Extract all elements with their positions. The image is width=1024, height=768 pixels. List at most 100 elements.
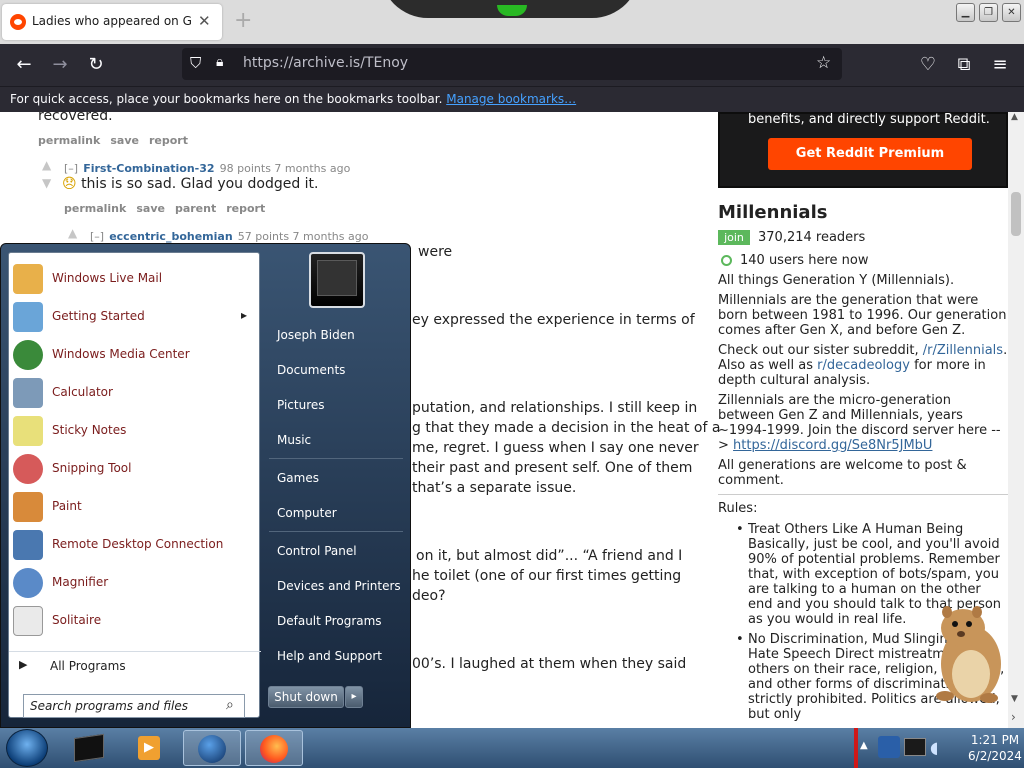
start-item-games[interactable]: Games [277,471,319,485]
firefox-icon[interactable] [245,730,303,766]
forward-arrow-icon[interactable]: → [49,54,71,75]
mail-icon [13,264,43,294]
start-item-control-panel[interactable]: Control Panel [277,544,357,558]
permalink-link[interactable]: permalink [38,134,100,147]
subreddit-title[interactable]: Millennials [718,202,827,223]
comment-author[interactable]: First-Combination-32 [83,162,214,175]
program-solitaire[interactable]: Solitaire [9,602,261,640]
url-text[interactable]: https://archive.is/TEnoy [243,55,408,71]
window-minimize-button[interactable]: ▁ [956,3,975,22]
pocket-icon[interactable]: ♡ [917,54,939,75]
shutdown-options-arrow-icon[interactable]: ▸ [345,686,363,708]
downvote-arrow-icon[interactable]: ▼ [42,176,51,190]
tab-close-icon[interactable]: ✕ [198,12,211,30]
collapse-toggle[interactable]: [–] [90,230,104,243]
program-sticky-notes[interactable]: Sticky Notes [9,412,261,450]
sidebar-paragraph: All generations are welcome to post & co… [718,458,967,488]
program-label: Windows Media Center [52,347,190,361]
window-close-button[interactable]: ✕ [1002,3,1021,22]
getting-started-icon [13,302,43,332]
program-windows-live-mail[interactable]: Windows Live Mail [9,260,261,298]
network-icon[interactable] [904,738,926,756]
zillennials-link[interactable]: /r/Zillennials [923,343,1003,358]
sidebar-paragraph: Zillennials are the micro-generation bet… [718,393,1001,453]
volume-icon[interactable]: ◖ [930,738,938,757]
comment-author[interactable]: eccentric_bohemian [109,230,232,243]
upvote-arrow-icon[interactable]: ▲ [68,226,77,240]
start-button-icon[interactable] [6,729,48,767]
comment-header: [–] eccentric_bohemian 57 points 7 month… [90,225,368,244]
start-item-music[interactable]: Music [277,433,311,447]
program-label: Solitaire [52,613,102,627]
new-tab-button[interactable]: + [234,8,252,33]
start-item-computer[interactable]: Computer [277,506,337,520]
comment-text-fragment: ey expressed the experience in terms of [412,312,695,328]
program-windows-media-center[interactable]: Windows Media Center [9,336,261,374]
shutdown-button[interactable]: Shut down [268,686,344,708]
back-arrow-icon[interactable]: ← [13,54,35,75]
start-item-devices-printers[interactable]: Devices and Printers [277,579,401,593]
save-link[interactable]: save [136,202,165,215]
program-label: Magnifier [52,575,109,589]
url-bar[interactable]: ⛉ 🔒︎ https://archive.is/TEnoy ☆ [182,48,842,80]
security-shield-icon[interactable] [878,736,900,758]
start-menu: Windows Live Mail Getting Started ▸ Windo… [0,243,411,728]
scrollbar-thumb[interactable] [1011,192,1021,236]
media-player-icon[interactable]: ▶ [120,730,178,766]
snipping-tool-icon [13,454,43,484]
program-snipping-tool[interactable]: Snipping Tool [9,450,261,488]
comment-text-fragment: 00’s. I laughed at them when they said [412,656,687,672]
all-programs-arrow-icon: ▶ [19,658,28,671]
start-item-default-programs[interactable]: Default Programs [277,614,382,628]
command-prompt-icon[interactable] [60,730,118,766]
comment-text-fragment: recovered. [38,112,113,124]
start-search-input[interactable]: Search programs and files ⌕ [23,694,245,718]
sticky-notes-icon [13,416,43,446]
program-magnifier[interactable]: Magnifier [9,564,261,602]
globe-icon[interactable] [183,730,241,766]
save-link[interactable]: save [110,134,139,147]
online-count: 140 users here now [740,253,869,268]
join-button[interactable]: join [718,230,750,245]
comment-text-fragment: that’s a separate issue. [412,480,577,496]
comment-text-fragment: were [418,244,453,260]
decadeology-link[interactable]: r/decadeology [817,358,910,373]
all-programs-button[interactable]: ▶ All Programs [9,651,261,679]
manage-bookmarks-link[interactable]: Manage bookmarks… [446,92,576,106]
menu-hamburger-icon[interactable]: ≡ [989,54,1011,75]
clock[interactable]: 1:21 PM 6/2/2024 [966,732,1024,764]
clock-date: 6/2/2024 [968,749,1022,763]
upvote-arrow-icon[interactable]: ▲ [42,158,51,172]
program-calculator[interactable]: Calculator [9,374,261,412]
permalink-link[interactable]: permalink [64,202,126,215]
program-paint[interactable]: Paint [9,488,261,526]
scroll-up-icon[interactable]: ▲ [1011,112,1018,122]
discord-link[interactable]: https://discord.gg/Se8Nr5JMbU [733,438,932,453]
reload-icon[interactable]: ↻ [85,54,107,75]
browser-tab-active[interactable]: Ladies who appeared on Girls Gone Wild ✕ [2,4,222,40]
comment-meta: 57 points 7 months ago [237,230,369,243]
report-link[interactable]: report [149,134,188,147]
program-remote-desktop[interactable]: Remote Desktop Connection [9,526,261,564]
show-hidden-icons-icon[interactable]: ▲ [860,740,868,751]
parent-link[interactable]: parent [175,202,216,215]
collapse-toggle[interactable]: [–] [64,162,78,175]
start-item-user-folder[interactable]: Joseph Biden [277,328,355,342]
scroll-right-icon[interactable]: › [1011,710,1016,724]
tracking-shield-icon[interactable]: ⛉ [190,54,201,72]
scroll-down-icon[interactable]: ▼ [1011,694,1018,704]
search-icon[interactable]: ⌕ [226,697,234,713]
program-getting-started[interactable]: Getting Started ▸ [9,298,261,336]
comment-text-fragment: deo? [412,588,446,604]
extensions-icon[interactable]: ⧉ [953,54,975,75]
user-avatar[interactable] [309,252,365,308]
bookmark-star-icon[interactable]: ☆ [816,53,831,73]
start-item-help-support[interactable]: Help and Support [277,649,382,663]
report-link[interactable]: report [226,202,265,215]
start-item-documents[interactable]: Documents [277,363,345,377]
get-premium-button[interactable]: Get Reddit Premium [768,138,972,170]
hamster-desktop-pet[interactable] [925,600,1011,710]
lock-icon[interactable]: 🔒︎ [216,54,223,70]
window-maximize-button[interactable]: ❐ [979,3,998,22]
start-item-pictures[interactable]: Pictures [277,398,325,412]
